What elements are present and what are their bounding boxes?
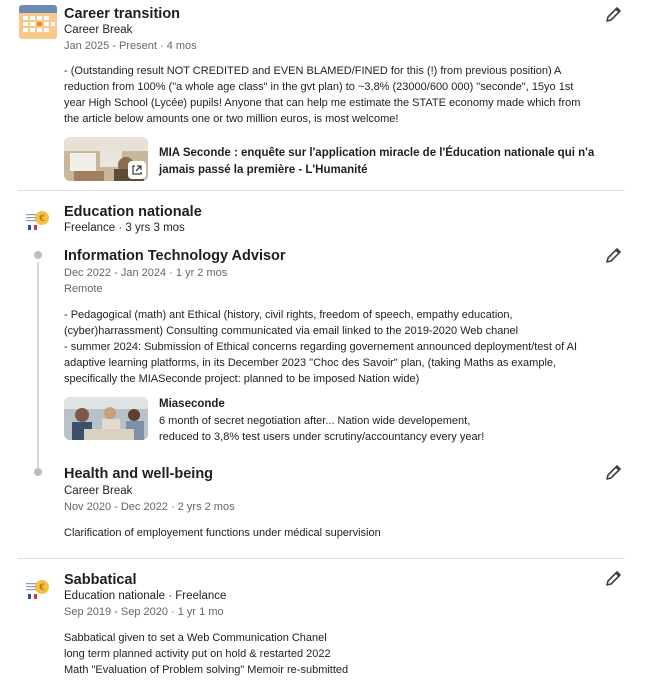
role-location: Remote [64,283,103,295]
role-description: - Pedagogical (math) ant Ethical (histor… [64,309,578,385]
experience-title[interactable]: Sabbatical [64,572,137,588]
organization-logo: € [22,208,54,234]
experience-description: - (Outstanding result NOT CREDITED and E… [64,65,581,125]
role-subtitle: Career Break [64,485,133,497]
media-thumbnail[interactable] [64,397,148,440]
experience-dates: Jan 2025 - Present · 4 mos [64,40,197,52]
edit-pencil-icon[interactable] [604,462,624,482]
edit-pencil-icon[interactable] [604,4,624,24]
role-title[interactable]: Information Technology Advisor [64,248,286,264]
timeline-dot [34,251,42,259]
experience-subtitle: Career Break [64,24,133,36]
external-link-icon[interactable] [128,161,146,179]
organization-meta: Freelance · 3 yrs 3 mos [64,222,185,234]
role-title[interactable]: Health and well-being [64,466,213,482]
organization-name[interactable]: Education nationale [64,204,202,220]
media-thumbnail[interactable] [64,137,148,181]
media-caption: 6 month of secret negotiation after... N… [159,415,485,443]
section-divider [18,558,625,559]
experience-title[interactable]: Career transition [64,6,180,22]
experience-subtitle: Education nationale · Freelance [64,590,227,602]
experience-description: Sabbatical given to set a Web Communicat… [64,632,349,676]
edit-pencil-icon[interactable] [604,245,624,265]
media-link-title[interactable]: MIA Seconde : enquête sur l'application … [159,145,619,179]
timeline-dot [34,468,42,476]
media-title[interactable]: Miaseconde [159,398,225,410]
timeline-rail [37,262,39,468]
organization-logo: € [22,577,54,603]
svg-text:€: € [39,583,45,593]
svg-text:€: € [39,214,45,224]
role-description: Clarification of employement functions u… [64,527,381,539]
calendar-icon [18,4,58,40]
role-dates: Dec 2022 - Jan 2024 · 1 yr 2 mos [64,267,228,279]
edit-pencil-icon[interactable] [604,568,624,588]
experience-dates: Sep 2019 - Sep 2020 · 1 yr 1 mo [64,606,224,618]
section-divider [18,190,625,191]
role-dates: Nov 2020 - Dec 2022 · 2 yrs 2 mos [64,501,235,513]
